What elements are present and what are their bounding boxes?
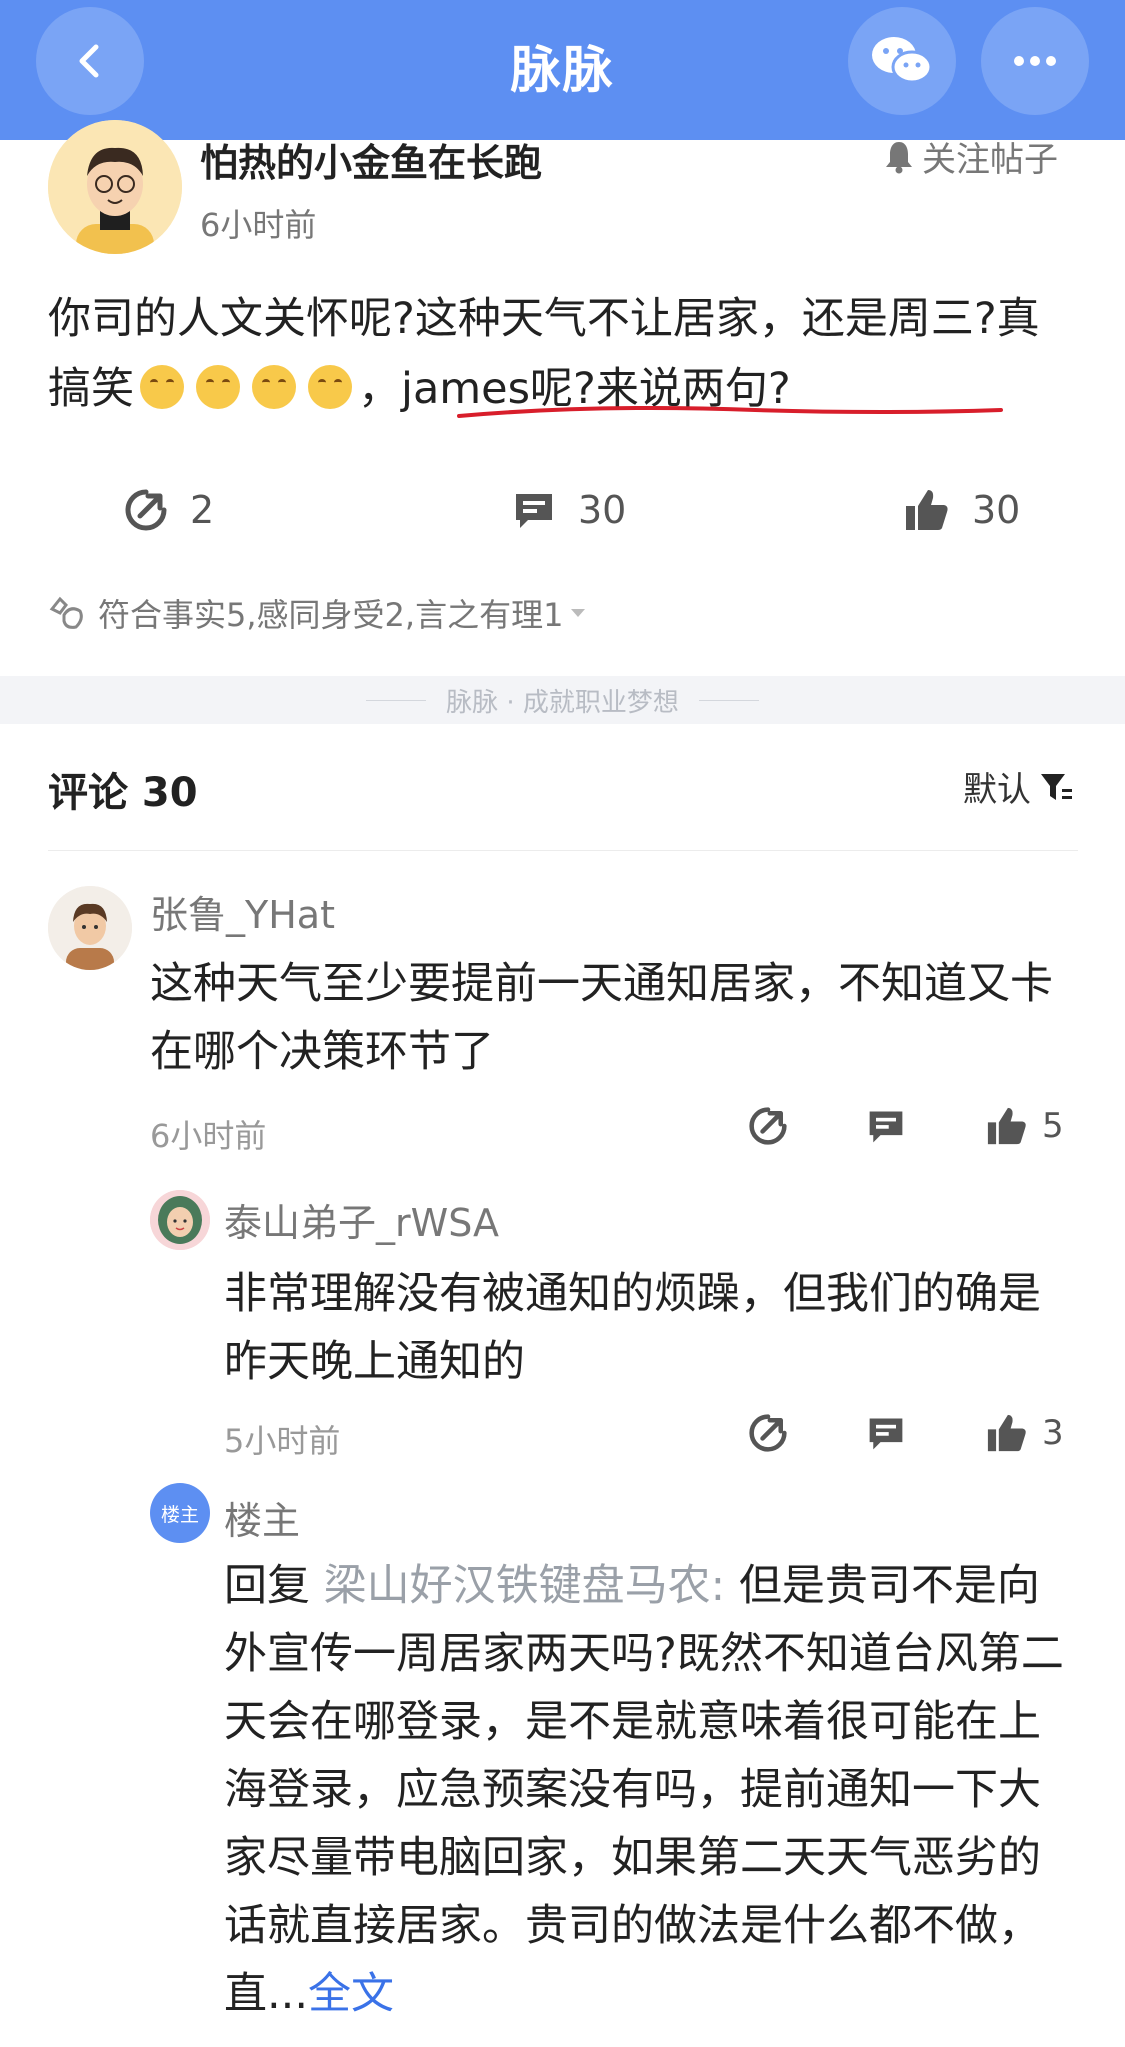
owner-badge-avatar[interactable]: 楼主 [150, 1483, 210, 1543]
comment-action[interactable]: 30 [512, 480, 626, 540]
reply-prefix: 回复 [224, 1561, 324, 1611]
sort-button[interactable]: 默认 [963, 762, 1073, 811]
thumbs-up-icon [987, 1414, 1026, 1452]
reactions-summary[interactable]: 符合事实5,感同身受2,言之有理1 [48, 590, 599, 636]
comment-text: 这种天气至少要提前一天通知居家，不知道又卡在哪个决策环节了 [150, 959, 1053, 1077]
like-count: 5 [1042, 1106, 1064, 1146]
share-button[interactable] [748, 1106, 788, 1146]
commenter-name[interactable]: 张鲁_YHat [150, 884, 335, 939]
post-author-avatar[interactable] [48, 120, 182, 254]
reaction-icon [49, 596, 83, 629]
share-icon [749, 1414, 787, 1452]
like-button[interactable]: 3 [986, 1413, 1064, 1453]
bell-icon [886, 141, 912, 173]
thumbs-up-icon [987, 1107, 1026, 1145]
comment-text: 回复 梁山好汉铁键盘马农: 但是贵司不是向外宣传一周居家两天吗?既然不知道台风第… [224, 1552, 1074, 2028]
share-button[interactable] [748, 1413, 788, 1453]
like-action[interactable]: 30 [904, 480, 1020, 540]
commenter-name[interactable]: 泰山弟子_rWSA [224, 1192, 499, 1247]
filter-icon [1041, 773, 1072, 800]
brand-divider-text: 脉脉 · 成就职业梦想 [446, 687, 679, 718]
sort-label: 默认 [963, 770, 1031, 810]
wechat-share-button[interactable] [848, 7, 956, 115]
share-icon [125, 489, 167, 531]
reply-body: 但是贵司不是向外宣传一周居家两天吗?既然不知道台风第二天会在哪登录，是不是就意味… [224, 1561, 1064, 2019]
comment-icon [516, 494, 552, 528]
comment-icon [869, 1418, 903, 1450]
red-underline-annotation [457, 406, 1003, 418]
reply-button[interactable] [866, 1106, 906, 1146]
comment-actions: 3 [748, 1413, 1064, 1453]
like-button[interactable]: 5 [986, 1106, 1064, 1146]
like-count: 3 [1042, 1413, 1064, 1453]
comment-icon [869, 1111, 903, 1143]
commenter-name[interactable]: 楼主 [224, 1490, 300, 1545]
comment-count: 30 [578, 488, 627, 532]
commenter-avatar[interactable] [150, 1190, 210, 1250]
dropdown-arrow-icon [571, 609, 586, 617]
comment-actions: 5 [748, 1106, 1064, 1146]
separator [48, 850, 1078, 851]
follow-post-button[interactable]: 关注帖子 [884, 132, 1058, 181]
thumbs-up-icon [906, 490, 948, 530]
share-action[interactable]: 2 [124, 480, 214, 540]
comments-header: 评论 30 [48, 770, 198, 816]
laugh-emoji-icon [308, 365, 352, 409]
more-dots-icon [1014, 56, 1056, 66]
share-count: 2 [190, 488, 215, 532]
commenter-avatar[interactable] [48, 886, 132, 970]
page-title: 脉脉 [510, 41, 615, 99]
laugh-emoji-icon [140, 365, 184, 409]
comment-time: 6小时前 [150, 1117, 267, 1155]
more-button[interactable] [981, 7, 1089, 115]
post-author-name[interactable]: 怕热的小金鱼在长跑 [200, 132, 542, 187]
reply-button[interactable] [866, 1413, 906, 1453]
reactions-text: 符合事实5,感同身受2,言之有理1 [98, 596, 564, 634]
comment-text: 非常理解没有被通知的烦躁，但我们的确是昨天晚上通知的 [224, 1269, 1041, 1387]
comment-time: 5小时前 [224, 1422, 341, 1460]
brand-divider: 脉脉 · 成就职业梦想 [0, 676, 1125, 724]
reply-to-user[interactable]: 梁山好汉铁键盘马农: [324, 1561, 726, 1611]
like-count: 30 [972, 488, 1021, 532]
post-time: 6小时前 [200, 206, 317, 244]
top-bar: 脉脉 [0, 0, 1125, 140]
laugh-emoji-icon [252, 365, 296, 409]
wechat-icon [872, 37, 933, 84]
follow-label: 关注帖子 [922, 140, 1058, 180]
laugh-emoji-icon [196, 365, 240, 409]
share-icon [749, 1107, 787, 1145]
full-text-link[interactable]: 全文 [308, 1969, 394, 2019]
